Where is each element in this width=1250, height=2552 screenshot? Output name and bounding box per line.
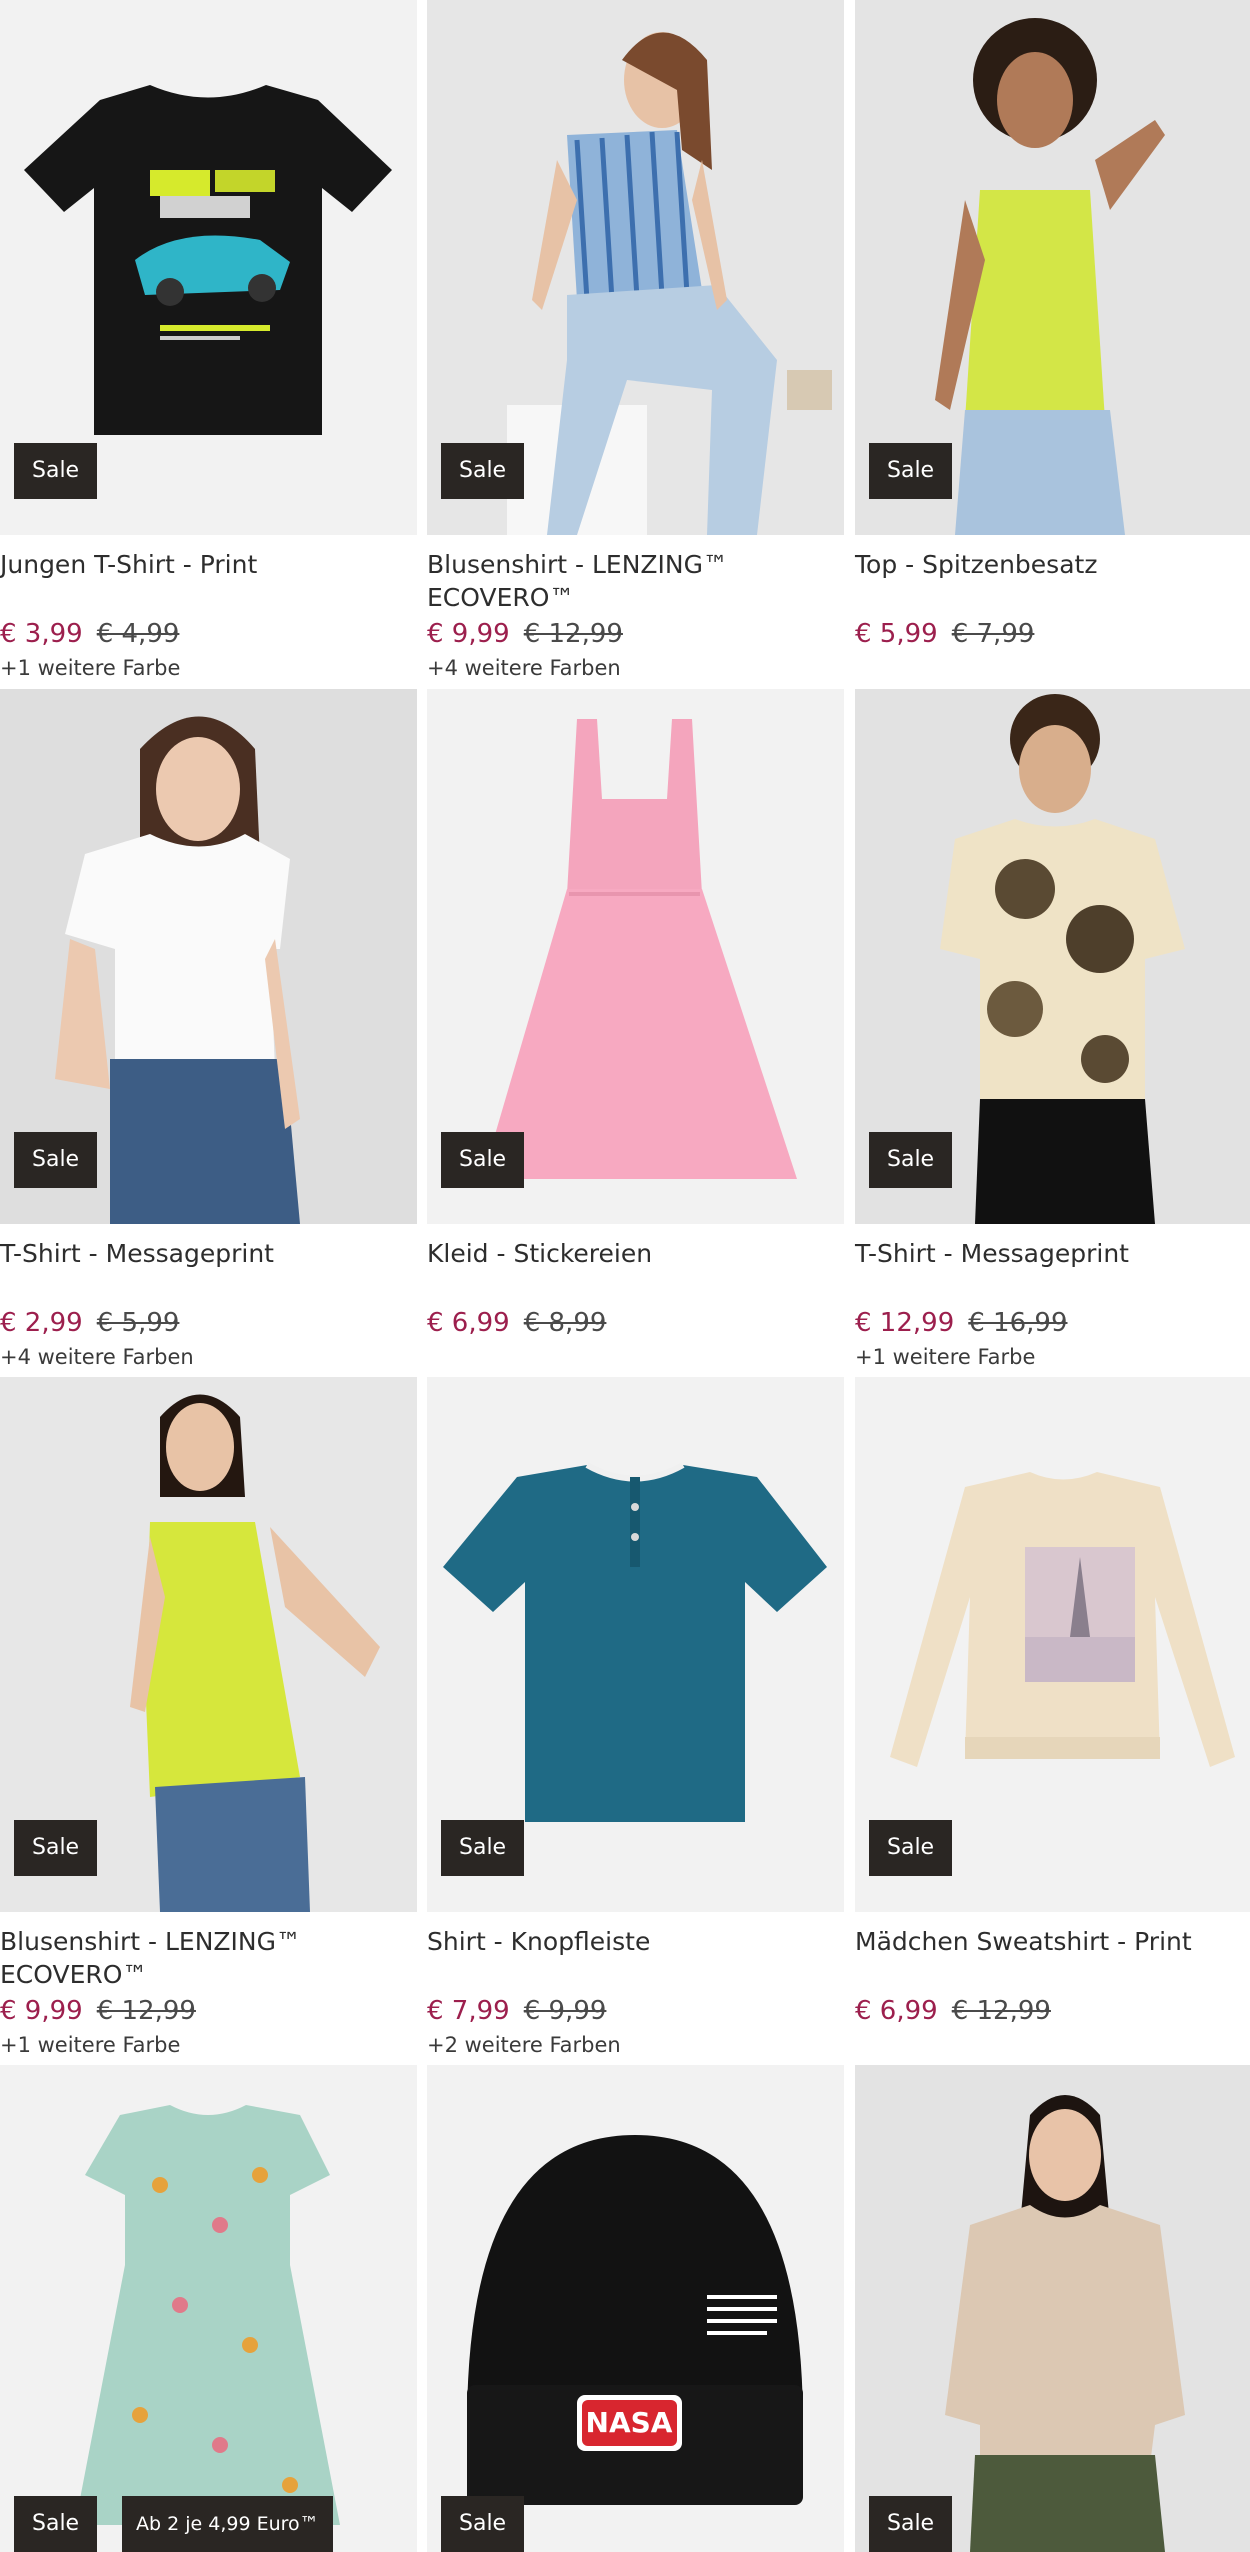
sale-badge: Sale — [869, 2496, 953, 2552]
offer-badge: Ab 2 je 4,99 Euro™ — [122, 2496, 333, 2552]
product-card[interactable]: Sale Blusenshirt - LENZING™ ECOVERO™ € 9… — [427, 0, 844, 680]
sale-price: € 2,99 — [0, 1308, 83, 1338]
old-price: € 9,99 — [523, 1996, 607, 2026]
sale-badge: Sale — [14, 1820, 98, 1876]
product-info: Mädchen Sweatshirt - Print € 6,99 € 12,99 — [855, 1925, 1250, 2031]
price-row: € 5,99 € 7,99 — [855, 618, 1250, 650]
more-colors-link[interactable]: +1 weitere Farbe — [0, 2031, 417, 2059]
product-title[interactable]: T-Shirt - Messageprint — [0, 1237, 417, 1303]
product-info: Jungen T-Shirt - Print € 3,99 € 4,99 +1 w… — [0, 548, 417, 682]
product-info: T-Shirt - Messageprint € 2,99 € 5,99 +4 w… — [0, 1237, 417, 1371]
product-image[interactable]: Sale — [855, 1377, 1250, 1912]
satin-blouse-model-icon — [855, 2065, 1250, 2552]
sale-badge: Sale — [869, 1820, 953, 1876]
sale-badge: Sale — [441, 1132, 525, 1188]
product-title[interactable]: Shirt - Knopfleiste — [427, 1925, 844, 1991]
product-card[interactable]: Sale Shirt - Knopfleiste € 7,99 € 9,99 +2… — [427, 1377, 844, 2057]
sale-price: € 12,99 — [855, 1308, 955, 1338]
sale-badge: Sale — [869, 443, 953, 499]
product-image[interactable]: Sale — [855, 0, 1250, 535]
old-price: € 16,99 — [968, 1308, 1068, 1338]
sale-badge: Sale — [14, 2496, 98, 2552]
sale-price: € 6,99 — [427, 1308, 510, 1338]
sale-badge: Sale — [441, 1820, 525, 1876]
sale-badge: Sale — [441, 443, 525, 499]
price-row: € 9,99 € 12,99 — [427, 618, 844, 650]
price-row: € 3,99 € 4,99 — [0, 618, 417, 650]
old-price: € 7,99 — [951, 619, 1035, 649]
product-image[interactable]: Sale — [855, 2065, 1250, 2552]
more-colors-link[interactable]: +4 weitere Farben — [0, 1343, 417, 1371]
nasa-beanie-icon: NASA — [467, 2135, 803, 2505]
product-info: Blusenshirt - LENZING™ ECOVERO™ € 9,99 € … — [427, 548, 844, 682]
product-info: Shirt - Knopfleiste € 7,99 € 9,99 +2 weit… — [427, 1925, 844, 2059]
product-title[interactable]: Jungen T-Shirt - Print — [0, 548, 417, 614]
old-price: € 12,99 — [523, 619, 623, 649]
sale-price: € 6,99 — [855, 1996, 938, 2026]
sale-badge: Sale — [14, 443, 98, 499]
sale-badge: Sale — [14, 1132, 98, 1188]
product-card[interactable]: Sale Top - Spitzenbesatz € 5,99 € 7,99 — [855, 0, 1250, 680]
more-colors-link[interactable]: +1 weitere Farbe — [855, 1343, 1250, 1371]
product-image[interactable]: Sale — [427, 1377, 844, 1912]
product-info: Blusenshirt - LENZING™ ECOVERO™ € 9,99 € … — [0, 1925, 417, 2059]
price-row: € 6,99 € 8,99 — [427, 1307, 844, 1339]
product-image[interactable]: Sale — [427, 689, 844, 1224]
product-title[interactable]: Blusenshirt - LENZING™ ECOVERO™ — [0, 1925, 417, 1991]
product-title[interactable]: Top - Spitzenbesatz — [855, 548, 1250, 614]
price-row: € 12,99 € 16,99 — [855, 1307, 1250, 1339]
old-price: € 5,99 — [96, 1308, 180, 1338]
mint-print-dress-icon — [75, 2105, 340, 2525]
product-info: Kleid - Stickereien € 6,99 € 8,99 — [427, 1237, 844, 1343]
price-row: € 9,99 € 12,99 — [0, 1995, 417, 2027]
more-colors-link[interactable]: +1 weitere Farbe — [0, 654, 417, 682]
price-row: € 7,99 € 9,99 — [427, 1995, 844, 2027]
product-title[interactable]: Blusenshirt - LENZING™ ECOVERO™ — [427, 548, 844, 614]
sale-price: € 9,99 — [427, 619, 510, 649]
product-card[interactable]: Sale T-Shirt - Messageprint € 2,99 € 5,99… — [0, 689, 417, 1369]
old-price: € 12,99 — [96, 1996, 196, 2026]
sale-badge: Sale — [869, 1132, 953, 1188]
product-image[interactable]: Sale — [0, 689, 417, 1224]
sale-price: € 7,99 — [427, 1996, 510, 2026]
more-colors-link[interactable]: +4 weitere Farben — [427, 654, 844, 682]
product-info: Top - Spitzenbesatz € 5,99 € 7,99 — [855, 548, 1250, 654]
product-image[interactable]: Sale — [0, 0, 417, 535]
product-image[interactable]: Sale — [855, 689, 1250, 1224]
product-image[interactable]: Sale — [427, 0, 844, 535]
product-title[interactable]: Kleid - Stickereien — [427, 1237, 844, 1303]
price-row: € 2,99 € 5,99 — [0, 1307, 417, 1339]
product-grid: Sale Jungen T-Shirt - Print € 3,99 € 4,99… — [0, 0, 1250, 2552]
product-title[interactable]: Mädchen Sweatshirt - Print — [855, 1925, 1250, 1991]
product-card[interactable]: Sale Ab 2 je 4,99 Euro™ — [0, 2065, 417, 2552]
product-card[interactable]: Sale Blusenshirt - LENZING™ ECOVERO™ € 9… — [0, 1377, 417, 2057]
product-card[interactable]: Sale Mädchen Sweatshirt - Print € 6,99 € … — [855, 1377, 1250, 2057]
old-price: € 12,99 — [951, 1996, 1051, 2026]
sale-price: € 9,99 — [0, 1996, 83, 2026]
nasa-print: NASA — [586, 2406, 673, 2439]
product-card[interactable]: Sale — [855, 2065, 1250, 2552]
product-title[interactable]: T-Shirt - Messageprint — [855, 1237, 1250, 1303]
old-price: € 4,99 — [96, 619, 180, 649]
product-image[interactable]: NASA Sale — [427, 2065, 844, 2552]
product-card[interactable]: NASA Sale — [427, 2065, 844, 2552]
sale-badge: Sale — [441, 2496, 525, 2552]
more-colors-link[interactable]: +2 weitere Farben — [427, 2031, 844, 2059]
product-image[interactable]: Sale Ab 2 je 4,99 Euro™ — [0, 2065, 417, 2552]
sale-price: € 3,99 — [0, 619, 83, 649]
product-card[interactable]: Sale T-Shirt - Messageprint € 12,99 € 16,… — [855, 689, 1250, 1369]
product-card[interactable]: Sale Jungen T-Shirt - Print € 3,99 € 4,99… — [0, 0, 417, 680]
product-image[interactable]: Sale — [0, 1377, 417, 1912]
price-row: € 6,99 € 12,99 — [855, 1995, 1250, 2027]
product-info: T-Shirt - Messageprint € 12,99 € 16,99 +1… — [855, 1237, 1250, 1371]
product-card[interactable]: Sale Kleid - Stickereien € 6,99 € 8,99 — [427, 689, 844, 1369]
old-price: € 8,99 — [523, 1308, 607, 1338]
sale-price: € 5,99 — [855, 619, 938, 649]
